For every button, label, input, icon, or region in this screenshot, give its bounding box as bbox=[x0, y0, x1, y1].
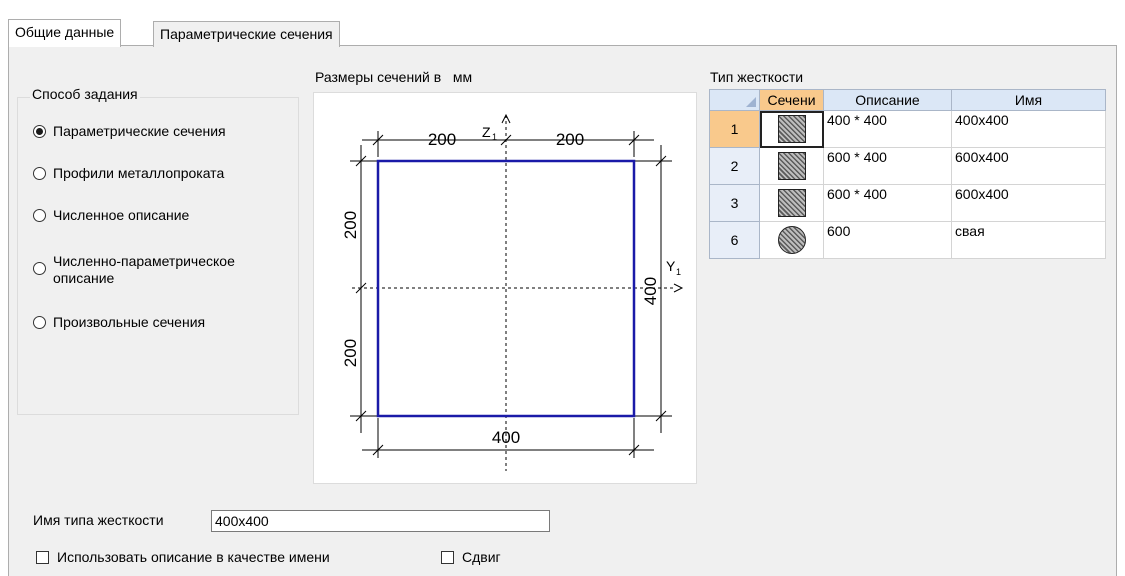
axis-z-label: Z bbox=[482, 124, 491, 140]
section-cell[interactable] bbox=[759, 184, 824, 222]
row-header[interactable]: 1 bbox=[709, 110, 760, 148]
shear-checkbox[interactable] bbox=[441, 550, 454, 564]
square-section-icon bbox=[777, 189, 806, 217]
circle-section-icon bbox=[777, 226, 806, 254]
table-row[interactable]: 1 400 * 400 400x400 bbox=[709, 110, 1106, 148]
stiffness-name-label: Имя типа жесткости bbox=[33, 512, 164, 528]
use-description-label: Использовать описание в качестве имени bbox=[57, 549, 330, 565]
drawing-title: Размеры сечений в мм bbox=[315, 69, 473, 85]
description-cell[interactable]: 600 * 400 bbox=[823, 184, 952, 222]
axis-y-arrow bbox=[673, 283, 684, 293]
table-row[interactable]: 3 600 * 400 600x400 bbox=[709, 184, 1106, 222]
section-drawing: 200 200 400 200 200 400 Z 1 Y 1 bbox=[313, 92, 697, 484]
name-cell[interactable]: свая bbox=[951, 221, 1106, 259]
table-row[interactable]: 6 600 свая bbox=[709, 221, 1106, 259]
name-cell[interactable]: 400x400 bbox=[951, 110, 1106, 148]
tab-parametric-sections[interactable]: Параметрические сечения bbox=[153, 21, 340, 47]
radio-button[interactable] bbox=[33, 316, 46, 329]
radio-parametric-sections[interactable]: Параметрические сечения bbox=[33, 123, 226, 140]
axis-y-subscript: 1 bbox=[676, 267, 681, 277]
square-section-icon bbox=[777, 115, 806, 143]
column-header-section[interactable]: Сечени bbox=[759, 89, 824, 111]
stiffness-type-title: Тип жесткости bbox=[710, 69, 804, 85]
radio-button[interactable] bbox=[33, 167, 46, 180]
shear-label: Сдвиг bbox=[462, 549, 501, 565]
method-group-title: Способ задания bbox=[30, 86, 140, 102]
row-header[interactable]: 6 bbox=[709, 221, 760, 259]
axis-y-label: Y bbox=[666, 258, 676, 274]
radio-numeric-parametric[interactable]: Численно-параметрическое описание bbox=[33, 253, 293, 287]
dim-left-bottom: 200 bbox=[341, 339, 360, 367]
square-section-icon bbox=[777, 152, 806, 180]
radio-label: Численное описание bbox=[53, 207, 190, 223]
tab-general[interactable]: Общие данные bbox=[8, 19, 122, 47]
table-row[interactable]: 2 600 * 400 600x400 bbox=[709, 147, 1106, 185]
description-cell[interactable]: 600 bbox=[823, 221, 952, 259]
radio-arbitrary-sections[interactable]: Произвольные сечения bbox=[33, 314, 205, 331]
dim-top-right: 200 bbox=[556, 130, 584, 149]
radio-button[interactable] bbox=[33, 209, 46, 222]
section-cell[interactable] bbox=[759, 221, 824, 259]
stiffness-name-input[interactable] bbox=[211, 510, 550, 532]
use-description-as-name-option[interactable]: Использовать описание в качестве имени bbox=[36, 549, 330, 565]
radio-button[interactable] bbox=[33, 262, 46, 275]
radio-label: Параметрические сечения bbox=[53, 123, 226, 139]
shear-option[interactable]: Сдвиг bbox=[441, 549, 501, 565]
name-cell[interactable]: 600x400 bbox=[951, 147, 1106, 185]
radio-label: Профили металлопроката bbox=[53, 165, 225, 181]
radio-metal-profiles[interactable]: Профили металлопроката bbox=[33, 165, 224, 182]
description-cell[interactable]: 600 * 400 bbox=[823, 147, 952, 185]
dim-right: 400 bbox=[641, 277, 660, 305]
use-description-checkbox[interactable] bbox=[36, 550, 49, 564]
dim-bottom: 400 bbox=[492, 428, 520, 447]
axis-z-subscript: 1 bbox=[492, 132, 497, 142]
radio-numeric-description[interactable]: Численное описание bbox=[33, 207, 189, 224]
section-cell[interactable] bbox=[759, 147, 824, 185]
row-header[interactable]: 2 bbox=[709, 147, 760, 185]
dim-top-left: 200 bbox=[428, 130, 456, 149]
name-cell[interactable]: 600x400 bbox=[951, 184, 1106, 222]
dim-left-top: 200 bbox=[341, 211, 360, 239]
description-cell[interactable]: 400 * 400 bbox=[823, 110, 952, 148]
stiffness-grid[interactable]: Сечени Описание Имя 1 400 * 400 400x400 … bbox=[709, 89, 1106, 259]
row-header[interactable]: 3 bbox=[709, 184, 760, 222]
grid-corner-select-all[interactable] bbox=[709, 89, 760, 111]
radio-label: Произвольные сечения bbox=[53, 314, 206, 330]
radio-button[interactable] bbox=[33, 125, 46, 138]
radio-label: Численно-параметрическое описание bbox=[53, 253, 235, 286]
column-header-name[interactable]: Имя bbox=[951, 89, 1106, 111]
column-header-description[interactable]: Описание bbox=[823, 89, 952, 111]
section-cell[interactable] bbox=[759, 110, 824, 148]
section-drawing-svg: 200 200 400 200 200 400 Z 1 Y 1 bbox=[341, 113, 684, 471]
